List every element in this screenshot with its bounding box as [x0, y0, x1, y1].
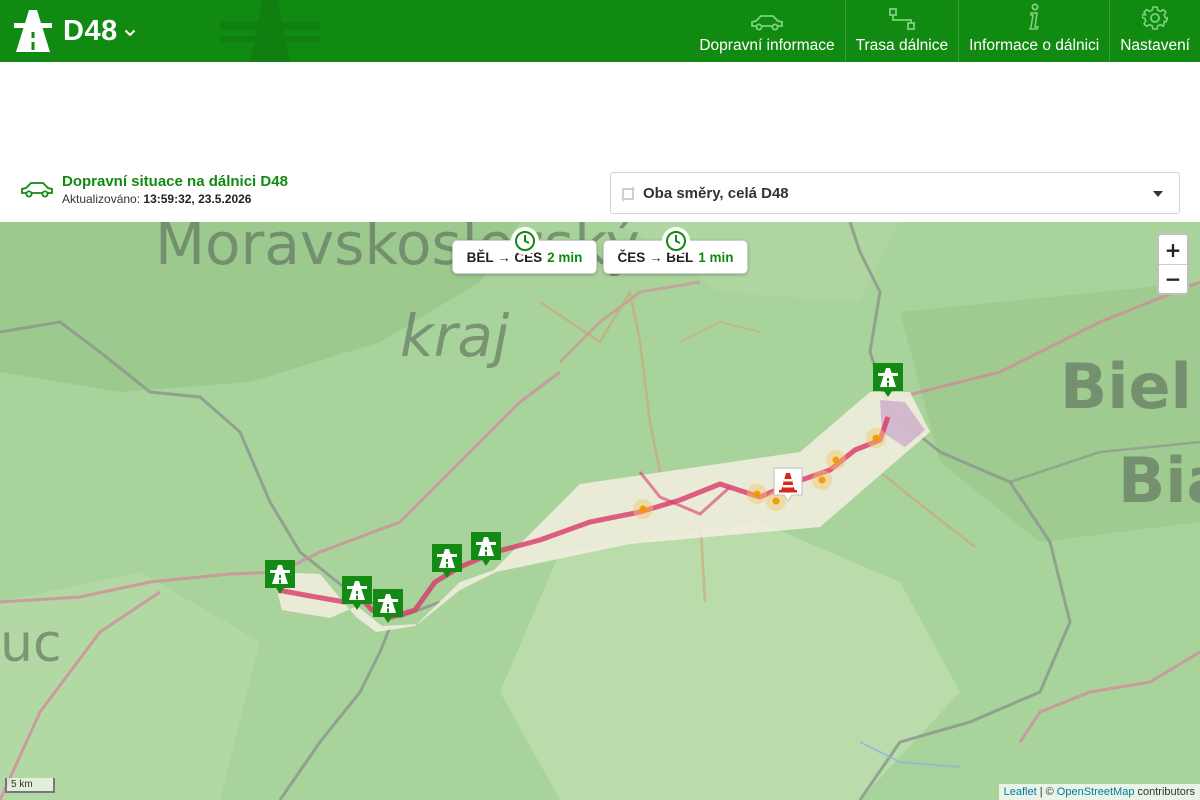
travel-time-ces-bel[interactable]: ČES → BĚL 1 min	[603, 227, 748, 274]
zoom-control: + −	[1157, 233, 1189, 295]
route-icon	[888, 8, 915, 30]
zoom-out-button[interactable]: −	[1159, 264, 1187, 293]
car-icon	[21, 182, 53, 198]
highway-title: D48	[63, 14, 118, 47]
last-updated: Aktualizováno: 13:59:32, 23.5.2026	[62, 192, 251, 206]
travel-time-bel-ces[interactable]: BĚL → ČES 2 min	[452, 227, 597, 274]
highway-marker-icon	[873, 363, 903, 397]
map-attribution: Leaflet | © OpenStreetMap contributors	[998, 784, 1200, 800]
last-updated-label: Aktualizováno:	[62, 192, 141, 206]
highway-marker-icon	[432, 544, 462, 578]
traffic-cone-icon	[773, 467, 803, 502]
interchange-marker[interactable]	[873, 363, 903, 399]
interchange-marker[interactable]	[265, 560, 295, 596]
highway-marker-icon	[265, 560, 295, 594]
clock-icon	[510, 227, 539, 255]
travel-time-value: 1 min	[698, 249, 734, 265]
highway-marker-icon	[342, 576, 372, 610]
last-updated-value: 13:59:32, 23.5.2026	[143, 192, 252, 206]
nav-route-label: Trasa dálnice	[855, 37, 949, 54]
highway-watermark-icon	[220, 0, 320, 62]
map-scale: 5 km	[5, 778, 55, 793]
nav-route[interactable]: Trasa dálnice	[844, 0, 958, 62]
travel-time-value: 2 min	[547, 249, 583, 265]
both-directions-icon	[621, 186, 635, 202]
map-base-layer	[0, 222, 1200, 800]
nav-traffic-info-label: Dopravní informace	[699, 37, 835, 54]
nav-settings[interactable]: Nastavení	[1109, 0, 1200, 62]
highway-marker-icon	[373, 589, 403, 623]
highway-marker-icon	[471, 532, 501, 566]
highway-switcher[interactable]: D48	[14, 8, 136, 54]
top-bar: D48 Dopravní informace Trasa dálnice Inf…	[0, 0, 1200, 62]
info-icon	[1028, 3, 1040, 30]
traffic-map[interactable]: Moravskoslezský kraj Biel Bia uc BĚL → Č…	[0, 222, 1200, 800]
chevron-down-icon	[124, 29, 135, 37]
traffic-status-bar: Dopravní situace na dálnici D48 Aktualiz…	[0, 162, 1200, 222]
attribution-separator: | ©	[1039, 786, 1054, 798]
roadwork-marker[interactable]	[773, 467, 803, 503]
gear-icon	[1142, 6, 1169, 30]
attribution-suffix: contributors	[1137, 786, 1195, 798]
nav-settings-label: Nastavení	[1120, 37, 1190, 54]
caret-down-icon	[1153, 191, 1163, 197]
direction-select[interactable]: Oba směry, celá D48	[610, 172, 1180, 214]
direction-select-value: Oba směry, celá D48	[643, 185, 789, 202]
nav-traffic-info[interactable]: Dopravní informace	[689, 0, 844, 62]
nav-highway-info[interactable]: Informace o dálnici	[958, 0, 1109, 62]
zoom-in-button[interactable]: +	[1159, 235, 1187, 264]
clock-icon	[661, 227, 690, 255]
highway-icon	[14, 10, 52, 52]
traffic-status-title: Dopravní situace na dálnici D48	[62, 173, 288, 190]
osm-link[interactable]: OpenStreetMap	[1057, 786, 1135, 798]
car-icon	[751, 15, 783, 31]
interchange-marker[interactable]	[432, 544, 462, 580]
nav-highway-info-label: Informace o dálnici	[969, 37, 1100, 54]
leaflet-link[interactable]: Leaflet	[1004, 786, 1037, 798]
interchange-marker[interactable]	[342, 576, 372, 612]
interchange-marker[interactable]	[471, 532, 501, 568]
interchange-marker[interactable]	[373, 589, 403, 625]
main-nav: Dopravní informace Trasa dálnice Informa…	[689, 0, 1200, 62]
